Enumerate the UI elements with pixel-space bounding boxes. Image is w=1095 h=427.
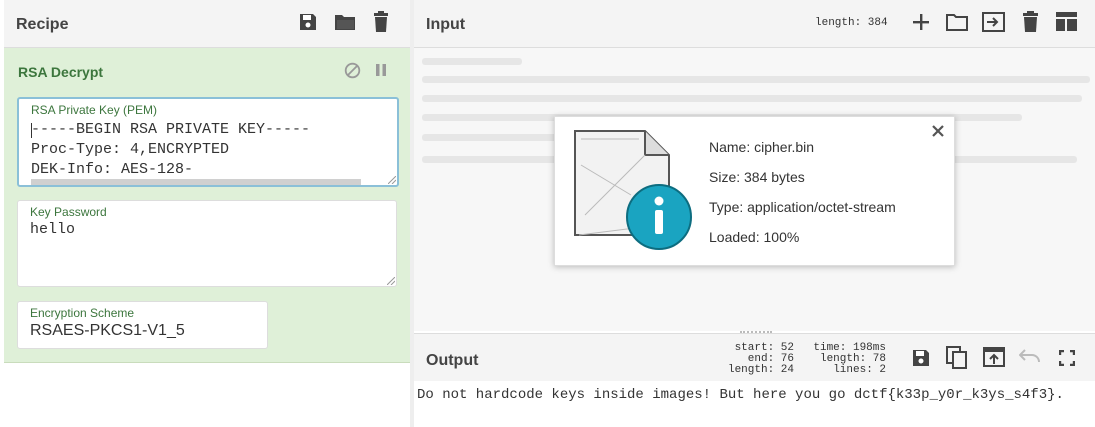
save-output-icon[interactable]	[911, 348, 931, 368]
maximise-output-icon[interactable]	[1059, 350, 1075, 366]
blurred-input-line	[422, 76, 1090, 83]
file-type: Type: application/octet-stream	[709, 199, 896, 215]
input-header: Input length: 384	[414, 0, 1095, 48]
rsa-decrypt-operation: RSA Decrypt RSA Private Key (PEM) -----B…	[4, 48, 410, 363]
copy-output-icon[interactable]	[946, 346, 968, 370]
file-size: Size: 384 bytes	[709, 169, 805, 185]
encryption-scheme-select[interactable]: Encryption Scheme RSAES-PKCS1-V1_5	[17, 301, 268, 349]
clear-recipe-trash-icon[interactable]	[372, 11, 390, 33]
output-header: Output start: 52 end: 76 length: 24 time…	[414, 333, 1095, 382]
key-password-field[interactable]: Key Password hello	[17, 200, 397, 287]
undo-icon[interactable]	[1019, 348, 1041, 364]
encryption-scheme-label: Encryption Scheme	[30, 306, 135, 320]
pause-operation-icon[interactable]	[375, 64, 387, 76]
blurred-input-line	[422, 95, 1082, 102]
private-key-overflow-line	[31, 179, 361, 185]
operation-title: RSA Decrypt	[18, 64, 104, 80]
open-file-icon[interactable]	[982, 12, 1005, 32]
output-text: Do not hardcode keys inside images! But …	[417, 387, 1064, 403]
key-password-value: hello	[30, 221, 76, 238]
open-folder-icon[interactable]	[946, 12, 968, 32]
text-caret	[31, 123, 32, 138]
output-area[interactable]: Do not hardcode keys inside images! But …	[414, 381, 1095, 427]
recipe-header: Recipe	[4, 0, 410, 48]
private-key-line: -----BEGIN RSA PRIVATE KEY-----	[31, 121, 311, 138]
encryption-scheme-value: RSAES-PKCS1-V1_5	[30, 322, 185, 339]
output-title: Output	[426, 352, 479, 369]
load-recipe-folder-icon[interactable]	[334, 12, 356, 32]
recipe-title: Recipe	[16, 16, 69, 33]
disable-operation-icon[interactable]	[344, 62, 361, 79]
private-key-line: DEK-Info: AES-128-	[31, 161, 194, 178]
file-loaded: Loaded: 100%	[709, 229, 800, 245]
input-length: length: 384	[815, 17, 888, 29]
replace-input-with-output-icon[interactable]	[983, 347, 1005, 367]
blurred-input-line	[422, 58, 522, 65]
reset-layout-icon[interactable]	[1056, 12, 1077, 31]
file-info-icon	[565, 125, 695, 255]
stat-length: length: 24	[727, 364, 794, 376]
input-title: Input	[426, 16, 466, 33]
recipe-panel: Recipe RSA Decrypt RSA Private Key (PEM)…	[0, 0, 411, 427]
key-password-label: Key Password	[30, 205, 107, 219]
output-stats-total: time: 198ms length: 78 lines: 2	[800, 343, 886, 376]
resize-handle-icon[interactable]	[387, 277, 395, 285]
resize-handle-icon[interactable]	[388, 176, 396, 184]
close-icon[interactable]	[932, 125, 944, 137]
file-details-popup: Name: cipher.bin Size: 384 bytes Type: a…	[554, 116, 955, 266]
save-recipe-icon[interactable]	[298, 12, 318, 32]
private-key-line: Proc-Type: 4,ENCRYPTED	[31, 141, 230, 158]
stat-lines: lines: 2	[833, 364, 886, 376]
file-name: Name: cipher.bin	[709, 139, 815, 155]
private-key-field[interactable]: RSA Private Key (PEM) -----BEGIN RSA PRI…	[17, 97, 399, 187]
add-tab-plus-icon[interactable]	[912, 13, 930, 31]
clear-input-trash-icon[interactable]	[1022, 11, 1039, 32]
output-stats-selection: start: 52 end: 76 length: 24	[714, 343, 794, 376]
